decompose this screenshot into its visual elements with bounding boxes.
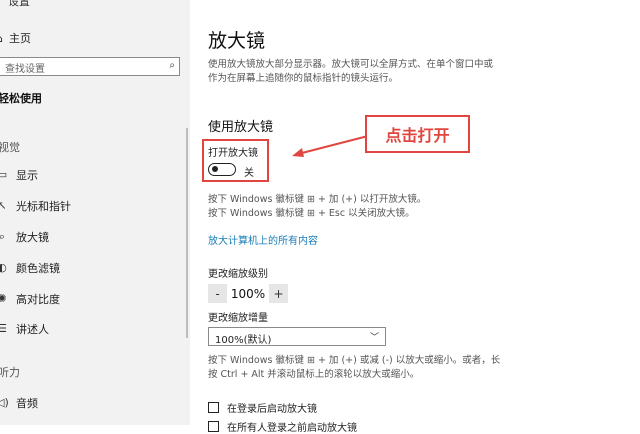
zoom-minus-button[interactable]: - — [208, 284, 227, 303]
hint-open: 按下 Windows 徽标键 ⊞ + 加 (+) 以打开放大镜。 — [208, 194, 427, 205]
zoom-increment-value: 100%(默认) — [215, 335, 272, 346]
sidebar-section-title: 轻松使用 — [0, 92, 42, 105]
narrator-icon: ☰ — [0, 322, 7, 335]
sidebar-item-label: 显示 — [16, 169, 38, 182]
sidebar-item-label: 音频 — [16, 397, 38, 410]
sidebar-item-audio[interactable]: ◁) 音频 — [0, 394, 38, 412]
home-label: 主页 — [8, 32, 31, 45]
sidebar-item-label: 放大镜 — [16, 231, 49, 244]
sidebar-item-display[interactable]: ▭ 显示 — [0, 166, 38, 184]
callout-arrow-icon — [292, 135, 369, 157]
settings-title: 设置 — [8, 0, 30, 8]
zoom-everything-link[interactable]: 放大计算机上的所有内容 — [208, 232, 318, 247]
sidebar-scrollbar[interactable] — [186, 128, 188, 338]
sidebar: 设置 ⌂ 主页 查找设置 ⌕ 轻松使用 视觉 ▭ 显示 ↖ 光标和指针 ⌕ 放大… — [0, 0, 190, 425]
sidebar-category-hearing: 听力 — [0, 366, 20, 379]
search-placeholder: 查找设置 — [5, 64, 45, 75]
zoom-increment-label: 更改缩放增量 — [208, 313, 268, 324]
hint-close: 按下 Windows 徽标键 ⊞ + Esc 以关闭放大镜。 — [208, 208, 415, 219]
monitor-icon: ▭ — [0, 168, 8, 181]
zoom-hint: 按下 Windows 徽标键 ⊞ + 加 (+) 或减 (-) 以放大或缩小。或… — [208, 355, 501, 380]
sidebar-item-cursor[interactable]: ↖ 光标和指针 — [0, 197, 71, 215]
zoom-increment-select[interactable]: 100%(默认) ﹀ — [208, 327, 386, 346]
chevron-down-icon: ﹀ — [369, 333, 379, 343]
sidebar-item-high-contrast[interactable]: ✺ 高对比度 — [0, 290, 60, 308]
sidebar-item-label: 光标和指针 — [16, 200, 71, 213]
sidebar-item-home[interactable]: ⌂ 主页 — [0, 30, 31, 46]
start-before-login-label: 在所有人登录之前启动放大镜 — [227, 423, 357, 434]
sidebar-item-label: 高对比度 — [16, 293, 60, 306]
sidebar-category-vision: 视觉 — [0, 141, 20, 154]
home-icon: ⌂ — [0, 32, 3, 45]
zoom-level-stepper: - 100% + — [208, 284, 288, 303]
zoom-value: 100% — [230, 286, 266, 301]
sidebar-item-label: 颜色滤镜 — [16, 262, 60, 275]
zoom-level-label: 更改缩放级别 — [208, 269, 268, 280]
magnifier-toggle[interactable] — [208, 163, 236, 176]
start-before-login-row[interactable]: 在所有人登录之前启动放大镜 — [208, 419, 357, 434]
main-content: 放大镜 使用放大镜放大部分显示器。放大镜可以全屏方式、在单个窗口中或作为在屏幕上… — [190, 0, 640, 434]
toggle-knob — [212, 166, 218, 172]
start-after-login-row[interactable]: 在登录后启动放大镜 — [208, 400, 317, 415]
sidebar-item-narrator[interactable]: ☰ 讲述人 — [0, 320, 49, 338]
search-icon[interactable]: ⌕ — [169, 60, 175, 71]
contrast-icon: ✺ — [0, 292, 7, 305]
start-after-login-checkbox[interactable] — [208, 402, 219, 413]
callout-annotation: 点击打开 — [365, 115, 470, 153]
section-title: 使用放大镜 — [208, 120, 274, 135]
sidebar-item-color-filter[interactable]: ◐ 颜色滤镜 — [0, 259, 60, 277]
page-description: 使用放大镜放大部分显示器。放大镜可以全屏方式、在单个窗口中或作为在屏幕上追随你的… — [208, 59, 494, 84]
sidebar-item-label: 讲述人 — [16, 323, 49, 336]
toggle-state-text: 关 — [244, 168, 254, 179]
magnifier-toggle-label: 打开放大镜 — [208, 148, 258, 159]
search-input[interactable]: 查找设置 ⌕ — [0, 57, 180, 76]
magnifier-icon: ⌕ — [0, 230, 6, 243]
speaker-icon: ◁) — [0, 396, 9, 409]
sidebar-item-magnifier[interactable]: ⌕ 放大镜 — [0, 228, 49, 246]
zoom-plus-button[interactable]: + — [269, 284, 288, 303]
color-filter-icon: ◐ — [0, 261, 7, 274]
start-before-login-checkbox[interactable] — [208, 421, 219, 432]
page-title: 放大镜 — [208, 30, 266, 52]
cursor-icon: ↖ — [0, 199, 7, 212]
start-after-login-label: 在登录后启动放大镜 — [227, 404, 317, 415]
